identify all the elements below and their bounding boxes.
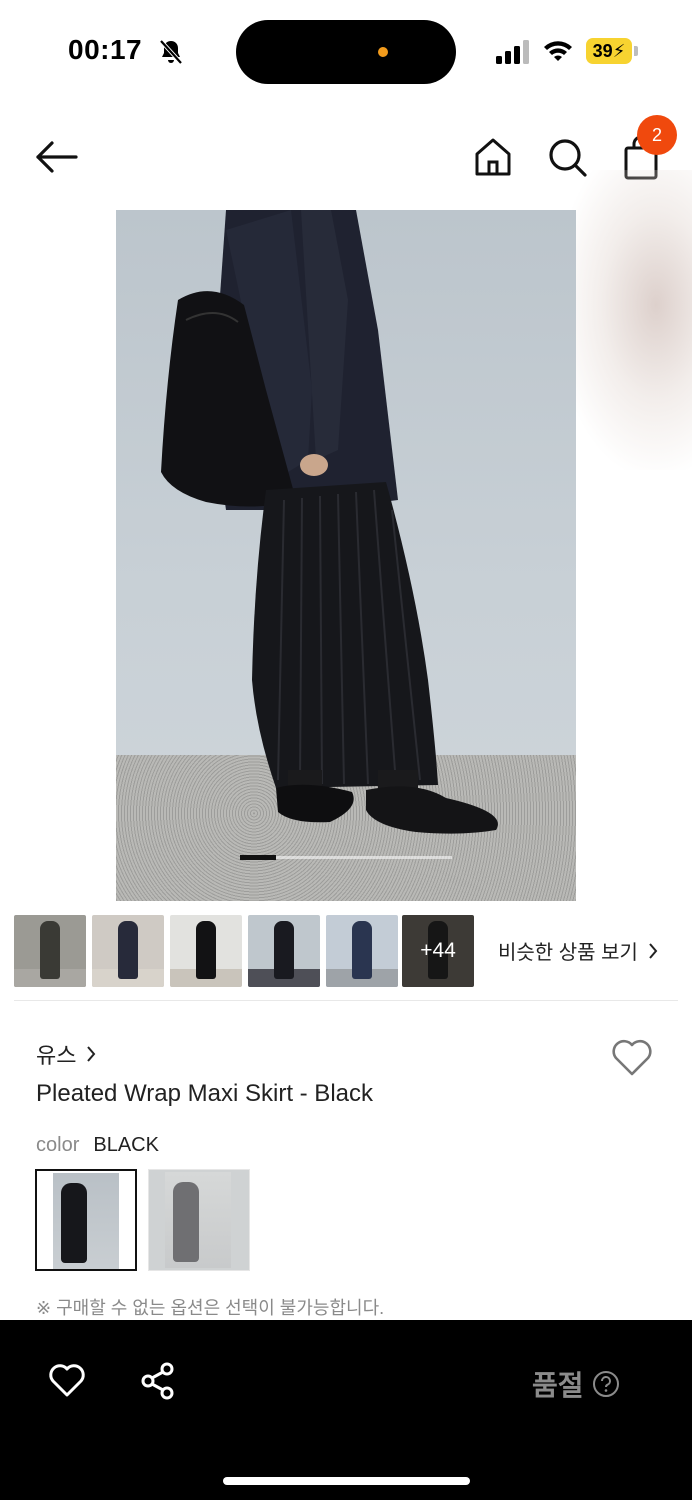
color-option-gray[interactable] — [148, 1169, 250, 1271]
image-scroll-indicator — [240, 855, 276, 860]
sold-out-status[interactable]: 품절 — [532, 1364, 620, 1404]
brand-link[interactable]: 유스 — [36, 1038, 96, 1070]
thumbnail-4[interactable] — [248, 915, 320, 987]
product-photo-figure — [161, 210, 498, 834]
thumbnail-1[interactable] — [14, 915, 86, 987]
product-title: Pleated Wrap Maxi Skirt - Black — [36, 1080, 373, 1107]
similar-products-link[interactable]: 비슷한 상품 보기 — [498, 936, 658, 965]
chevron-right-icon — [649, 942, 658, 959]
similar-products-label: 비슷한 상품 보기 — [498, 942, 638, 964]
background-blur — [560, 170, 692, 470]
privacy-indicator — [378, 47, 388, 57]
charging-icon: ⚡ — [612, 40, 626, 61]
thumbnail-3[interactable] — [170, 915, 242, 987]
color-option-black[interactable] — [35, 1169, 137, 1271]
signal-icon — [496, 40, 529, 64]
thumbnail-5[interactable] — [326, 915, 398, 987]
section-divider — [14, 1000, 678, 1001]
color-value: BLACK — [93, 1134, 159, 1156]
brand-name: 유스 — [36, 1043, 77, 1068]
chevron-right-icon — [87, 1046, 96, 1062]
thumbnail-more-count: +44 — [420, 939, 456, 962]
status-time: 00:17 — [68, 34, 143, 65]
sold-out-label: 품절 — [532, 1370, 584, 1401]
battery-indicator: 39 ⚡ — [586, 38, 632, 64]
cart-count-badge: 2 — [637, 115, 677, 155]
thumbnail-2[interactable] — [92, 915, 164, 987]
back-arrow-icon[interactable] — [30, 132, 82, 182]
battery-level: 39 — [592, 40, 613, 61]
product-main-image[interactable] — [116, 210, 576, 901]
share-icon[interactable] — [140, 1362, 176, 1400]
heart-icon[interactable] — [610, 1036, 654, 1078]
option-notice: ※ 구매할 수 없는 옵션은 선택이 불가능합니다. — [36, 1298, 385, 1318]
color-label: color — [36, 1134, 80, 1156]
help-circle-icon[interactable] — [592, 1370, 620, 1398]
home-icon[interactable] — [470, 134, 516, 180]
heart-icon[interactable] — [48, 1362, 86, 1398]
color-row: color BLACK — [36, 1134, 159, 1157]
battery-nub — [634, 46, 638, 56]
wifi-icon — [544, 41, 572, 61]
thumbnail-more[interactable]: +44 — [402, 915, 474, 987]
dynamic-island — [236, 20, 456, 84]
bottom-action-bar — [0, 1320, 692, 1500]
home-indicator — [223, 1477, 470, 1485]
status-bar: 00:17 39 ⚡ — [0, 0, 692, 100]
bell-slash-icon — [159, 39, 183, 65]
